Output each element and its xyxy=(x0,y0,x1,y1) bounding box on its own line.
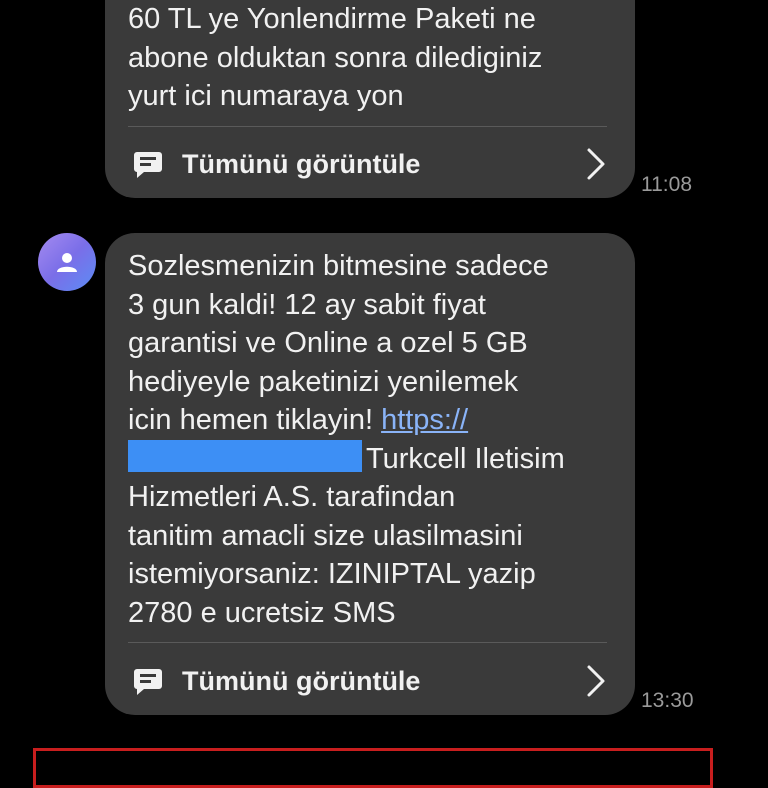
message-line: istemiyorsaniz: IZINIPTAL yazip xyxy=(128,558,536,590)
message-bubble[interactable]: Sozlesmenizin bitmesine sadece 3 gun kal… xyxy=(105,233,635,715)
highlight-box xyxy=(33,748,713,788)
chevron-right-icon xyxy=(587,148,605,180)
message-link[interactable]: https:// xyxy=(381,404,468,436)
message-line-text: Turkcell Iletisim xyxy=(366,442,565,475)
view-all-label: Tümünü görüntüle xyxy=(182,665,421,696)
message-line: Hizmetleri A.S. tarafindan xyxy=(128,481,456,513)
message-line: garantisi ve Online a ozel 5 GB xyxy=(128,327,528,359)
person-icon xyxy=(57,253,77,272)
message-line: Turkcell Iletisim xyxy=(128,439,617,479)
message-line: 2780 e ucretsiz SMS xyxy=(128,596,396,629)
message-text: 60 TL ye Yonlendirme Paketi ne abone old… xyxy=(128,0,617,116)
message-line-text: icin hemen tiklayin! xyxy=(128,404,373,436)
message-line: tanitim amacli size ulasilmasini xyxy=(128,519,523,552)
view-all-label: Tümünü görüntüle xyxy=(182,148,421,179)
message-line: hediyeyle paketinizi yenilemek xyxy=(128,365,519,398)
chevron-right-icon xyxy=(587,665,605,697)
message-icon xyxy=(134,152,162,178)
message-line: Sozlesmenizin bitmesine sadece xyxy=(128,250,549,282)
message-line: abone olduktan sonra dilediginiz xyxy=(128,41,543,74)
message-timestamp: 13:30 xyxy=(641,689,694,712)
message-line: 3 gun kaldi! 12 ay sabit fiyat xyxy=(128,288,486,321)
message-icon xyxy=(134,669,162,695)
message-line: 60 TL ye Yonlendirme Paketi ne xyxy=(128,3,536,35)
view-all-button[interactable]: Tümünü görüntüle xyxy=(132,661,607,701)
message-line: yurt ici numaraya yon xyxy=(128,80,404,112)
divider xyxy=(128,642,607,643)
message-text: Sozlesmenizin bitmesine sadece 3 gun kal… xyxy=(128,247,617,632)
message-bubble[interactable]: 60 TL ye Yonlendirme Paketi ne abone old… xyxy=(105,0,635,198)
message-line: icin hemen tiklayin! https:// xyxy=(128,401,617,440)
redacted-link xyxy=(128,439,362,472)
message-timestamp: 11:08 xyxy=(641,173,692,196)
avatar[interactable] xyxy=(38,233,96,291)
view-all-button[interactable]: Tümünü görüntüle xyxy=(132,144,607,184)
divider xyxy=(128,126,607,127)
